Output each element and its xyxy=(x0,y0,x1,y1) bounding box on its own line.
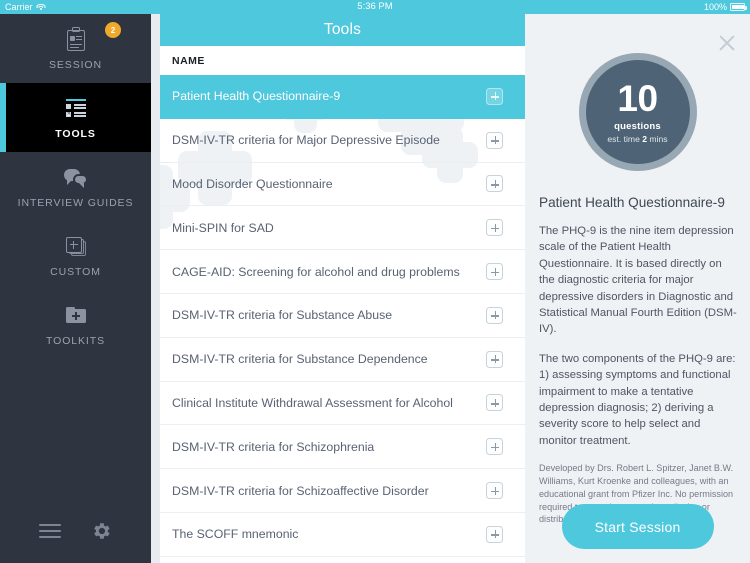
detail-body: The PHQ-9 is the nine item depression sc… xyxy=(539,223,739,526)
table-row[interactable]: DSM-IV-TR criteria for Substance Depende… xyxy=(160,338,525,382)
tool-name: Clinical Institute Withdrawal Assessment… xyxy=(172,395,453,410)
table-row[interactable]: DSM-IV-TR criteria for Schizophrenia xyxy=(160,425,525,470)
battery-icon xyxy=(730,3,747,11)
status-bar-right: 100% xyxy=(703,0,747,14)
table-row[interactable]: DSM-IV-TR criteria for Substance Abuse xyxy=(160,294,525,338)
detail-paragraph-2: The two components of the PHQ-9 are: 1) … xyxy=(539,352,736,447)
sidebar-item-tools[interactable]: TOOLS xyxy=(0,83,151,152)
est-suffix: mins xyxy=(647,133,668,144)
table-row[interactable]: Mood Disorder Questionnaire xyxy=(160,163,525,207)
sidebar: 2 SESSION TOOLS INTERVIEW GUIDES CUSTO xyxy=(0,14,151,563)
tool-name: Mood Disorder Questionnaire xyxy=(172,176,333,191)
sidebar-item-label-interview-guides: INTERVIEW GUIDES xyxy=(17,196,134,209)
tool-name: DSM-IV-TR criteria for Major Depressive … xyxy=(172,133,440,148)
questions-label: questions xyxy=(614,120,661,132)
table-row[interactable]: Clinical Institute Withdrawal Assessment… xyxy=(160,382,525,426)
add-tool-button[interactable] xyxy=(486,394,503,412)
checklist-icon xyxy=(63,96,89,122)
sidebar-item-custom[interactable]: CUSTOM xyxy=(0,221,151,290)
page-title: Tools xyxy=(160,14,525,46)
add-tool-button[interactable] xyxy=(486,525,503,543)
add-tool-button[interactable] xyxy=(486,131,503,149)
add-tool-button[interactable] xyxy=(486,306,503,324)
add-tool-button[interactable] xyxy=(486,87,503,105)
hamburger-icon[interactable] xyxy=(38,524,61,538)
tools-list: Patient Health Questionnaire-9 DSM-IV-TR … xyxy=(160,75,525,563)
tool-name: CAGE-AID: Screening for alcohol and drug… xyxy=(172,264,460,279)
gear-icon[interactable] xyxy=(90,520,112,542)
sidebar-list-divider xyxy=(151,14,160,563)
chat-bubbles-icon xyxy=(63,165,89,191)
session-badge: 2 xyxy=(105,22,121,38)
start-session-button[interactable]: Start Session xyxy=(561,504,714,549)
close-icon[interactable] xyxy=(718,34,736,52)
sidebar-item-label-toolkits: TOOLKITS xyxy=(46,334,105,347)
add-card-icon xyxy=(63,234,89,260)
tool-name: The SCOFF mnemonic xyxy=(172,527,299,542)
est-prefix: est. time xyxy=(607,133,643,144)
tool-name: DSM-IV-TR criteria for Substance Depende… xyxy=(172,352,428,367)
add-tool-button[interactable] xyxy=(486,175,503,193)
table-row[interactable]: Patient Health Questionnaire-9 xyxy=(160,75,525,119)
table-row[interactable]: The SCOFF mnemonic xyxy=(160,513,525,557)
add-folder-icon xyxy=(63,303,89,329)
add-tool-button[interactable] xyxy=(486,438,503,456)
add-tool-button[interactable] xyxy=(486,482,503,500)
column-header-name: NAME xyxy=(160,46,525,75)
clipboard-icon xyxy=(63,26,89,53)
tool-name: DSM-IV-TR criteria for Schizoaffective D… xyxy=(172,483,429,498)
sidebar-item-label-session: SESSION xyxy=(49,58,102,71)
table-row[interactable]: DSM-IV-TR criteria for Schizoaffective D… xyxy=(160,469,525,513)
question-count-badge: 10 questions est. time 2 mins xyxy=(578,53,697,171)
estimated-time: est. time 2 mins xyxy=(607,134,667,144)
sidebar-footer xyxy=(0,509,151,553)
question-count-value: 10 xyxy=(617,77,658,119)
tool-name: Patient Health Questionnaire-9 xyxy=(172,89,341,104)
tool-name: Mini-SPIN for SAD xyxy=(172,220,274,235)
sidebar-item-label-tools: TOOLS xyxy=(55,127,96,140)
add-tool-button[interactable] xyxy=(486,263,503,281)
status-bar-time: 5:36 PM xyxy=(357,1,393,12)
status-bar: Carrier 5:36 PM 100% xyxy=(0,0,750,14)
table-row[interactable]: DSM-IV-TR criteria for Major Depressive … xyxy=(160,119,525,163)
tool-detail-panel: 10 questions est. time 2 mins Patient He… xyxy=(525,14,750,563)
sidebar-item-session[interactable]: 2 SESSION xyxy=(0,14,151,83)
tool-name: DSM-IV-TR criteria for Substance Abuse xyxy=(172,308,393,323)
tool-name: DSM-IV-TR criteria for Schizophrenia xyxy=(172,439,375,454)
detail-title: Patient Health Questionnaire-9 xyxy=(539,195,725,210)
add-tool-button[interactable] xyxy=(486,219,503,237)
sidebar-item-interview-guides[interactable]: INTERVIEW GUIDES xyxy=(0,152,151,221)
column-header-name-label: NAME xyxy=(172,54,205,67)
sidebar-item-toolkits[interactable]: TOOLKITS xyxy=(0,290,151,359)
detail-paragraph-1: The PHQ-9 is the nine item depression sc… xyxy=(539,225,737,336)
question-summary: 10 questions est. time 2 mins xyxy=(525,53,750,171)
sidebar-item-label-custom: CUSTOM xyxy=(50,265,101,278)
table-row[interactable]: Mini-SPIN for SAD xyxy=(160,206,525,251)
tools-list-panel: Tools NAME Patient Health Questionnaire-… xyxy=(160,14,525,563)
table-row[interactable]: CAGE-AID: Screening for alcohol and drug… xyxy=(160,250,525,294)
add-tool-button[interactable] xyxy=(486,350,503,368)
battery-percent-label: 100% xyxy=(703,2,727,12)
app-root: Carrier 5:36 PM 100% 2 SESSION ✕ TOOLS I… xyxy=(0,0,750,563)
